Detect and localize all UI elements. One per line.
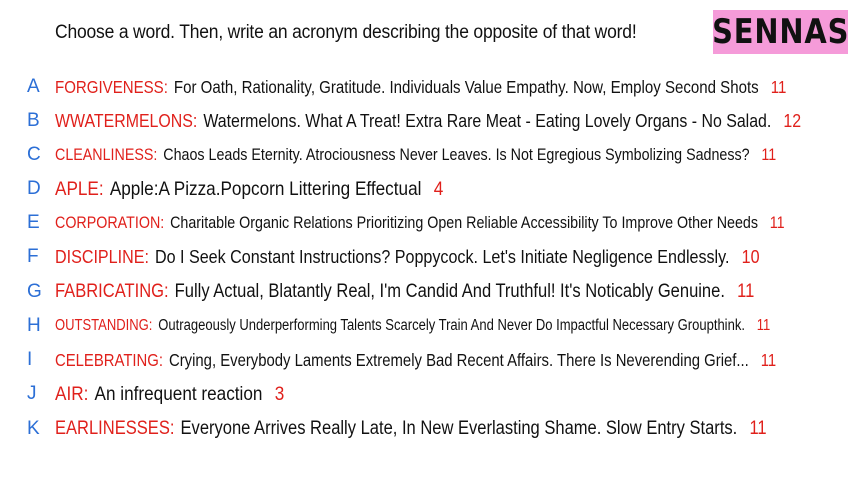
entry-count: 11	[756, 317, 771, 334]
entry-content: FORGIVENESS: For Oath, Rationality, Grati…	[55, 77, 786, 98]
entry-word: CELEBRATING:	[55, 349, 164, 370]
entry-count: 4	[433, 177, 444, 200]
entry-word: DISCIPLINE:	[55, 246, 149, 267]
entry-letter: G	[27, 281, 42, 302]
logo-text: SENNAS	[711, 12, 850, 52]
entry-word: APLE:	[55, 177, 104, 200]
entry-letter: I	[27, 349, 33, 370]
entry-content: APLE: Apple:A Pizza.Popcorn Littering Eff…	[55, 178, 443, 201]
entry-content: FABRICATING: Fully Actual, Blatantly Real…	[55, 281, 754, 303]
entry-content: DISCIPLINE: Do I Seek Constant Instructio…	[55, 246, 760, 268]
entry-count: 11	[769, 213, 785, 232]
entry-letter: A	[27, 76, 40, 97]
entry-word: CORPORATION:	[55, 213, 165, 232]
entry-word: CLEANLINESS:	[55, 145, 158, 164]
entry-count: 12	[783, 110, 802, 131]
entry-acronym: Crying, Everybody Laments Extremely Bad …	[168, 349, 749, 370]
entry-acronym: An infrequent reaction	[94, 382, 263, 405]
entry-letter: D	[27, 178, 41, 199]
entry-word: EARLINESSES:	[55, 418, 175, 439]
sennas-logo: SENNAS	[711, 10, 850, 54]
entry-letter: J	[27, 383, 37, 404]
entry-letter: B	[27, 110, 40, 131]
entry-content: CELEBRATING: Crying, Everybody Laments Ex…	[55, 350, 776, 371]
entry-letter: K	[27, 418, 40, 439]
entry-content: CORPORATION: Charitable Organic Relations…	[55, 213, 785, 233]
entry-count: 11	[760, 349, 777, 370]
entry-count: 11	[737, 281, 755, 302]
entry-content: AIR: An infrequent reaction 3	[55, 383, 284, 406]
entry-count: 10	[741, 246, 760, 267]
entry-acronym: Do I Seek Constant Instructions? Poppyco…	[155, 246, 730, 267]
entry-letter: H	[27, 315, 41, 336]
prompt-text: Choose a word. Then, write an acronym de…	[55, 22, 637, 43]
entry-content: OUTSTANDING: Outrageously Underperforming…	[55, 317, 770, 335]
entry-word: OUTSTANDING:	[55, 317, 153, 334]
entry-acronym: For Oath, Rationality, Gratitude. Indivi…	[173, 76, 759, 97]
entry-count: 11	[770, 76, 787, 97]
entry-word: AIR:	[55, 382, 89, 405]
entry-content: WWATERMELONS: Watermelons. What A Treat! …	[55, 110, 801, 132]
entry-count: 11	[749, 418, 767, 439]
entry-acronym: Apple:A Pizza.Popcorn Littering Effectua…	[109, 177, 422, 200]
entry-content: EARLINESSES: Everyone Arrives Really Late…	[55, 418, 767, 440]
entry-acronym: Everyone Arrives Really Late, In New Eve…	[180, 418, 738, 439]
entry-word: FABRICATING:	[55, 281, 169, 302]
entry-word: WWATERMELONS:	[55, 110, 198, 131]
entry-acronym: Outrageously Underperforming Talents Sca…	[158, 317, 745, 334]
entry-acronym: Charitable Organic Relations Prioritizin…	[170, 213, 758, 232]
entry-acronym: Chaos Leads Eternity. Atrociousness Neve…	[163, 145, 750, 164]
entry-acronym: Watermelons. What A Treat! Extra Rare Me…	[203, 110, 772, 131]
entry-letter: F	[27, 246, 39, 267]
entry-count: 3	[274, 382, 285, 405]
entry-word: FORGIVENESS:	[55, 76, 168, 97]
entry-letter: E	[27, 212, 40, 233]
entry-content: CLEANLINESS: Chaos Leads Eternity. Atroci…	[55, 145, 776, 165]
entry-acronym: Fully Actual, Blatantly Real, I'm Candid…	[174, 281, 725, 302]
entry-letter: C	[27, 144, 41, 165]
entry-count: 11	[761, 145, 777, 164]
